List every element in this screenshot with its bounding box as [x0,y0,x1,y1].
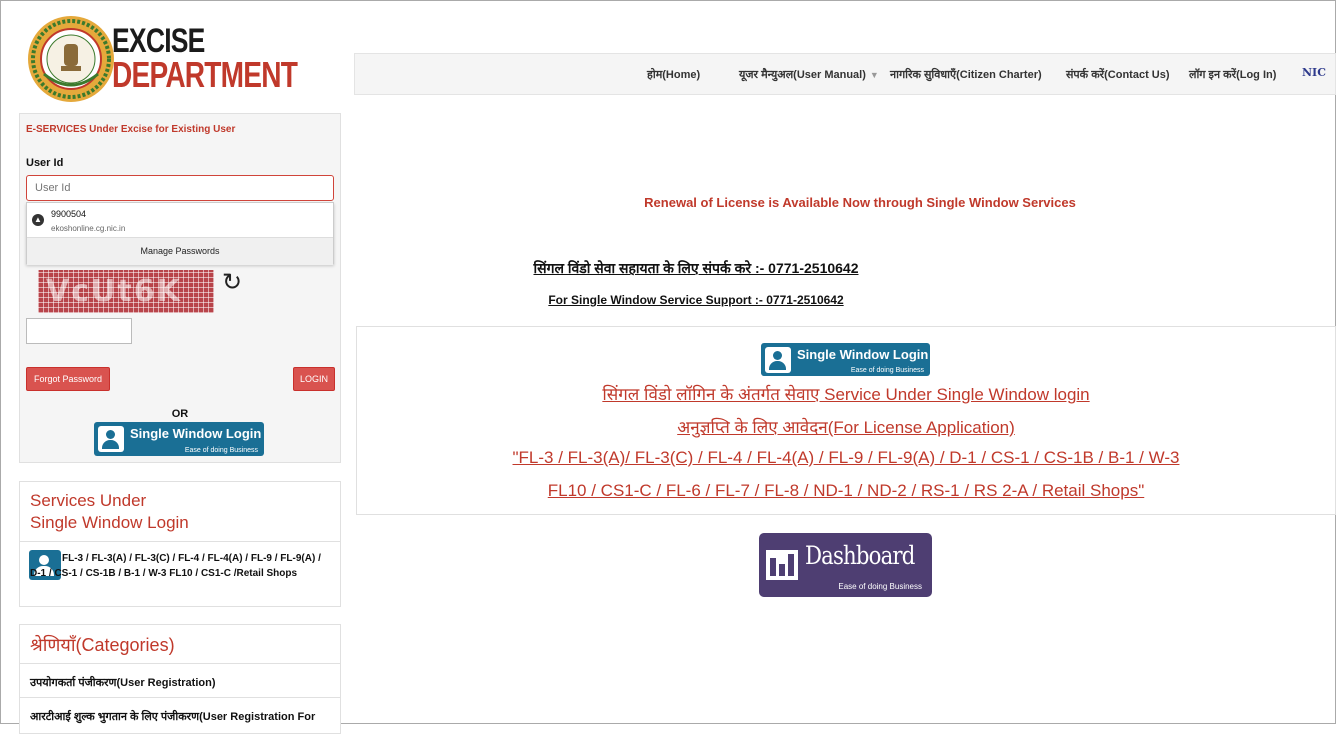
nic-logo[interactable]: NIC [1302,66,1326,79]
captcha-input[interactable] [26,318,132,344]
autofill-username[interactable]: 9900504 [51,209,86,219]
bar-chart-icon [766,550,798,580]
categories-title: श्रेणियाँ(Categories) [30,635,175,655]
dashboard-subtitle: Ease of doing Business [838,582,922,591]
user-key-icon [765,347,791,373]
services-title-line2: Single Window Login [30,513,189,532]
brand-line1: EXCISE [112,22,205,60]
services-list-text: FL-3 / FL-3(A) / FL-3(C) / FL-4 / FL-4(A… [30,553,321,579]
nav-log-in[interactable]: लॉग इन करें(Log In) [1189,67,1276,82]
login-panel-title: E-SERVICES Under Excise for Existing Use… [26,124,236,135]
license-list-line2[interactable]: FL10 / CS1-C / FL-6 / FL-7 / FL-8 / ND-1… [357,481,1335,501]
services-title: Services Under Single Window Login [30,490,189,534]
brand-title: EXCISE DEPARTMENT [112,22,349,95]
userid-label: User Id [26,157,64,169]
category-rti-registration[interactable]: आरटीआई शुल्क भुगतान के लिए पंजीकरण(User … [20,697,340,731]
nav-contact-us[interactable]: संपर्क करें(Contact Us) [1066,67,1170,82]
dashboard-button[interactable]: Dashboard Ease of doing Business [759,533,932,597]
single-window-login-banner[interactable]: Single Window Login Ease of doing Busine… [761,343,930,376]
nav-user-manual-label: यूजर मैन्युअल(User Manual) [739,69,866,81]
nav-home[interactable]: होम(Home) [647,67,700,82]
userid-input[interactable] [26,175,334,201]
user-key-icon [98,426,124,452]
single-window-login-button[interactable]: Single Window Login Ease of doing Busine… [94,422,264,456]
single-window-login-title: Single Window Login [130,426,262,441]
category-user-registration[interactable]: उपयोगकर्ता पंजीकरण(User Registration) [20,663,340,697]
brand-line2: DEPARTMENT [112,54,298,95]
captcha-image: VcUt6K [38,270,214,313]
license-list-line1[interactable]: "FL-3 / FL-3(A)/ FL-3(C) / FL-4 / FL-4(A… [357,448,1335,468]
autofill-dropdown: ▲ 9900504 ekoshonline.cg.nic.in Manage P… [26,202,334,265]
services-panel: Services Under Single Window Login FL-3 … [19,481,341,607]
divider [20,541,340,542]
forgot-password-button[interactable]: Forgot Password [26,367,110,391]
or-separator: OR [171,408,189,420]
support-english: For Single Window Service Support :- 077… [548,293,844,307]
login-panel: E-SERVICES Under Excise for Existing Use… [19,113,341,463]
key-icon: ▲ [32,214,44,226]
categories-panel: श्रेणियाँ(Categories) उपयोगकर्ता पंजीकरण… [19,624,341,734]
support-hindi: सिंगल विंडो सेवा सहायता के लिए संपर्क कर… [533,260,859,276]
nav-user-manual[interactable]: यूजर मैन्युअल(User Manual) ▼ [739,67,879,82]
sw-services-link[interactable]: सिंगल विंडो लॉगिन के अंतर्गत सेवाए Servi… [357,382,1335,405]
services-title-line1: Services Under [30,491,147,510]
captcha-text: VcUt6K [46,274,182,309]
chevron-down-icon: ▼ [869,70,879,80]
dashboard-title: Dashboard [805,541,915,570]
single-window-login-subtitle: Ease of doing Business [184,447,258,454]
single-window-banner-subtitle: Ease of doing Business [850,367,924,374]
excise-logo-emblem [28,16,114,102]
autofill-site: ekoshonline.cg.nic.in [51,224,126,233]
login-button[interactable]: LOGIN [293,367,335,391]
refresh-captcha-icon[interactable]: ↻ [222,268,242,297]
renewal-notice: Renewal of License is Available Now thro… [644,195,1076,210]
single-window-box: Single Window Login Ease of doing Busine… [356,326,1336,515]
license-application-link[interactable]: अनुज्ञप्ति के लिए आवेदन(For License Appl… [357,415,1335,438]
single-window-banner-title: Single Window Login [797,347,929,362]
nav-citizen-charter[interactable]: नागरिक सुविधाएँ(Citizen Charter) [890,67,1042,82]
manage-passwords-button[interactable]: Manage Passwords [27,237,333,265]
